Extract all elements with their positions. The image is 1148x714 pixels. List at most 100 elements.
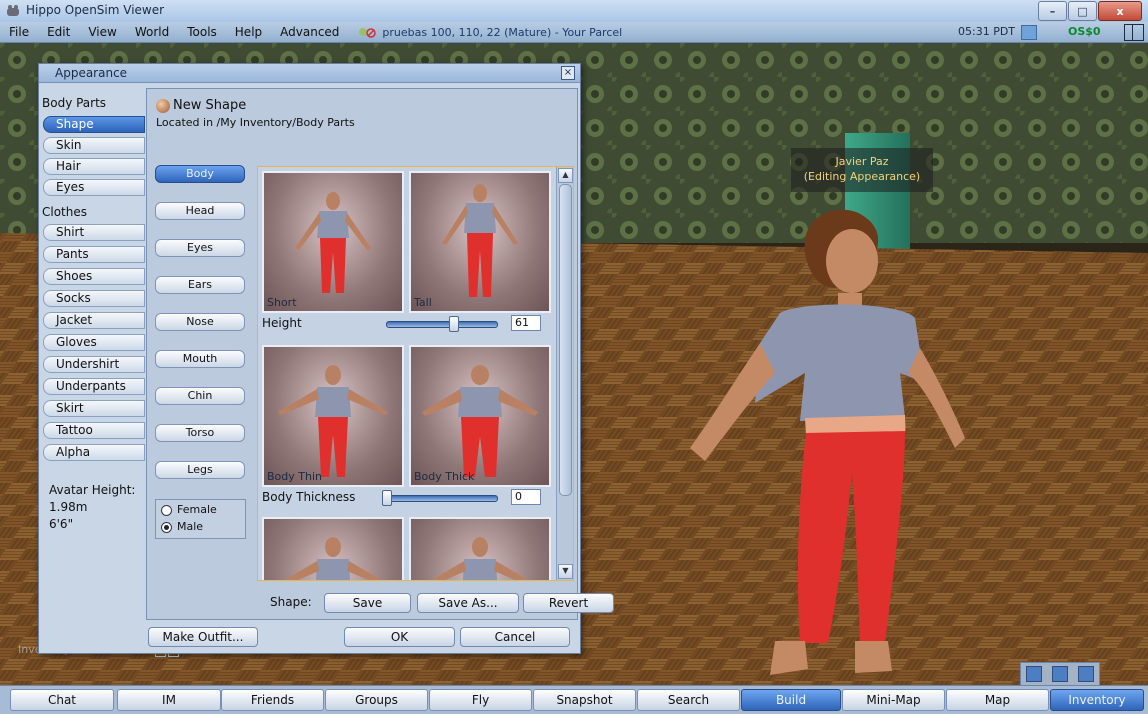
shape-location: Located in /My Inventory/Body Parts bbox=[156, 116, 355, 129]
minimize-button[interactable]: – bbox=[1038, 1, 1067, 21]
height-slider-track[interactable] bbox=[386, 321, 498, 328]
part-ears-button[interactable]: Ears bbox=[155, 276, 245, 294]
menu-help[interactable]: Help bbox=[226, 25, 271, 39]
menu-tools[interactable]: Tools bbox=[178, 25, 226, 39]
avatar-preview-icon bbox=[442, 184, 518, 297]
menu-edit[interactable]: Edit bbox=[38, 25, 79, 39]
clothes-header: Clothes bbox=[42, 205, 87, 219]
radio-male[interactable]: Male bbox=[156, 517, 245, 534]
appearance-floater: Appearance × Body Parts Shape Skin Hair … bbox=[38, 63, 614, 654]
buy-currency-icon[interactable] bbox=[1124, 24, 1144, 41]
save-button[interactable]: Save bbox=[324, 593, 411, 613]
thickness-low-label: Body Thin bbox=[267, 470, 322, 483]
avatar-name: Javier Paz bbox=[835, 155, 889, 168]
height-tall-preview: Tall bbox=[409, 171, 551, 313]
body-part-icon bbox=[156, 99, 170, 113]
menu-world[interactable]: World bbox=[126, 25, 178, 39]
tab-hair[interactable]: Hair bbox=[43, 158, 145, 175]
part-head-button[interactable]: Head bbox=[155, 202, 245, 220]
part-legs-button[interactable]: Legs bbox=[155, 461, 245, 479]
body-thickness-label: Body Thickness bbox=[262, 490, 356, 504]
tab-shape[interactable]: Shape bbox=[43, 116, 145, 133]
tab-pants[interactable]: Pants bbox=[43, 246, 145, 263]
map-button[interactable]: Map bbox=[946, 689, 1049, 711]
tab-eyes[interactable]: Eyes bbox=[43, 179, 145, 196]
music-icon[interactable] bbox=[1026, 666, 1042, 682]
tab-tattoo[interactable]: Tattoo bbox=[43, 422, 145, 439]
media-toggle-icon[interactable] bbox=[1021, 25, 1037, 40]
ok-button[interactable]: OK bbox=[344, 627, 455, 647]
param-scrollbar[interactable]: ▲ ▼ bbox=[556, 167, 573, 580]
part-nose-button[interactable]: Nose bbox=[155, 313, 245, 331]
height-label: Height bbox=[262, 316, 302, 330]
radio-female[interactable]: Female bbox=[156, 500, 245, 517]
menu-view[interactable]: View bbox=[79, 25, 125, 39]
tab-socks[interactable]: Socks bbox=[43, 290, 145, 307]
menu-file[interactable]: File bbox=[0, 25, 38, 39]
inventory-button[interactable]: Inventory bbox=[1050, 689, 1144, 711]
make-outfit-button[interactable]: Make Outfit... bbox=[148, 627, 258, 647]
part-mouth-button[interactable]: Mouth bbox=[155, 350, 245, 368]
part-chin-button[interactable]: Chin bbox=[155, 387, 245, 405]
fly-button[interactable]: Fly bbox=[429, 689, 532, 711]
revert-button[interactable]: Revert bbox=[523, 593, 614, 613]
tab-skin[interactable]: Skin bbox=[43, 137, 145, 154]
play-icon[interactable] bbox=[1052, 666, 1068, 682]
tab-gloves[interactable]: Gloves bbox=[43, 334, 145, 351]
scroll-thumb[interactable] bbox=[559, 184, 572, 496]
height-slider-handle[interactable] bbox=[449, 316, 459, 332]
snapshot-button[interactable]: Snapshot bbox=[533, 689, 636, 711]
thickness-slider-track[interactable] bbox=[386, 495, 498, 502]
balance: OS$0 bbox=[1068, 25, 1101, 38]
thickness-slider-handle[interactable] bbox=[382, 490, 392, 506]
next-param-low-preview bbox=[262, 517, 404, 580]
menu-bar: File Edit View World Tools Help Advanced… bbox=[0, 22, 1148, 43]
part-eyes-button[interactable]: Eyes bbox=[155, 239, 245, 257]
body-parts-header: Body Parts bbox=[42, 96, 107, 110]
floater-close-icon[interactable]: × bbox=[561, 66, 575, 80]
friends-button[interactable]: Friends bbox=[221, 689, 324, 711]
im-button[interactable]: IM bbox=[117, 689, 221, 711]
save-as-button[interactable]: Save As... bbox=[417, 593, 519, 613]
avatar-name-tag: Javier Paz (Editing Appearance) bbox=[791, 148, 933, 192]
height-value-field[interactable]: 61 bbox=[511, 315, 541, 331]
shape-row-label: Shape: bbox=[270, 595, 312, 609]
parcel-info[interactable]: pruebas 100, 110, 22 (Mature) - Your Par… bbox=[358, 25, 622, 39]
radio-male-dot bbox=[161, 521, 172, 533]
close-window-button[interactable]: x bbox=[1098, 1, 1142, 21]
param-scroll-area[interactable]: Short Tall Height 61 Body Thin Body Thic… bbox=[257, 166, 574, 581]
tab-skirt[interactable]: Skirt bbox=[43, 400, 145, 417]
floater-title-bar[interactable]: Appearance × bbox=[39, 64, 580, 83]
body-thin-preview: Body Thin bbox=[262, 345, 404, 487]
bottom-toolbar: Chat IM Friends Groups Fly Snapshot Sear… bbox=[0, 685, 1148, 714]
cancel-button[interactable]: Cancel bbox=[460, 627, 570, 647]
mini-map-button[interactable]: Mini-Map bbox=[842, 689, 945, 711]
part-torso-button[interactable]: Torso bbox=[155, 424, 245, 442]
menu-advanced[interactable]: Advanced bbox=[271, 25, 348, 39]
avatar-height-meters: 1.98m bbox=[49, 500, 88, 514]
hippo-app-icon bbox=[7, 5, 19, 16]
part-body-button[interactable]: Body bbox=[155, 165, 245, 183]
tab-undershirt[interactable]: Undershirt bbox=[43, 356, 145, 373]
avatar-preview-icon bbox=[431, 537, 529, 580]
tab-shirt[interactable]: Shirt bbox=[43, 224, 145, 241]
chat-button[interactable]: Chat bbox=[10, 689, 114, 711]
height-short-preview: Short bbox=[262, 171, 404, 313]
avatar-height-feet: 6'6" bbox=[49, 517, 74, 531]
parcel-text: pruebas 100, 110, 22 (Mature) - Your Par… bbox=[382, 25, 623, 39]
groups-button[interactable]: Groups bbox=[325, 689, 428, 711]
scroll-down-icon[interactable]: ▼ bbox=[558, 564, 573, 579]
stop-icon[interactable] bbox=[1078, 666, 1094, 682]
build-button[interactable]: Build bbox=[741, 689, 841, 711]
clock: 05:31 PDT bbox=[958, 25, 1016, 38]
tab-jacket[interactable]: Jacket bbox=[43, 312, 145, 329]
maximize-button[interactable]: □ bbox=[1068, 1, 1097, 21]
tab-underpants[interactable]: Underpants bbox=[43, 378, 145, 395]
search-button[interactable]: Search bbox=[637, 689, 740, 711]
shape-name: New Shape bbox=[173, 98, 247, 113]
scroll-up-icon[interactable]: ▲ bbox=[558, 168, 573, 183]
tab-shoes[interactable]: Shoes bbox=[43, 268, 145, 285]
tab-alpha[interactable]: Alpha bbox=[43, 444, 145, 461]
thickness-value-field[interactable]: 0 bbox=[511, 489, 541, 505]
avatar-preview-icon bbox=[284, 537, 382, 580]
